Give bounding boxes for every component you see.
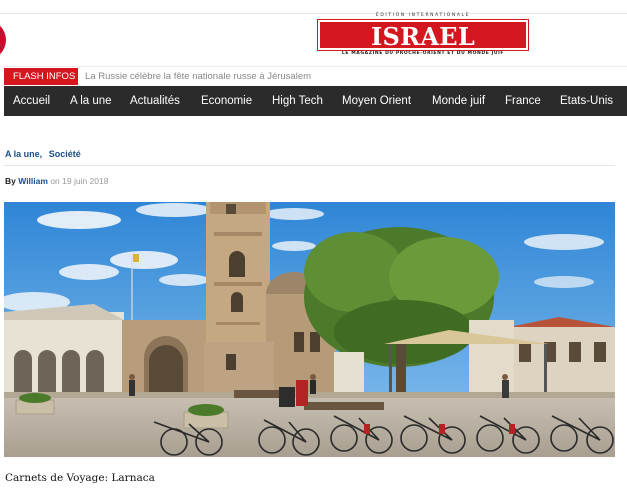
nav-item-france[interactable]: France xyxy=(505,86,541,116)
nav-item-economie[interactable]: Economie xyxy=(201,86,252,116)
category-divider xyxy=(4,165,615,166)
nav-item-accueil[interactable]: Accueil xyxy=(13,86,50,116)
nav-item-high-tech[interactable]: High Tech xyxy=(272,86,323,116)
logo-subtitle: LE MAGAZINE DU PROCHE-ORIENT ET DU MONDE… xyxy=(341,51,505,56)
nav-item-etats-unis[interactable]: Etats-Unis xyxy=(560,86,613,116)
article-byline: By William on 19 juin 2018 xyxy=(5,176,108,186)
nav-item-actualites[interactable]: Actualités xyxy=(130,86,180,116)
flash-headline-link[interactable]: La Russie célèbre la fête nationale russ… xyxy=(85,68,311,85)
byline-by: By xyxy=(5,176,16,186)
category-link-a-la-une[interactable]: A la une, xyxy=(5,149,42,159)
flash-label: FLASH INFOS xyxy=(4,68,78,85)
top-divider xyxy=(0,13,627,14)
partial-logo-circle xyxy=(0,20,6,60)
article-date: on 19 juin 2018 xyxy=(50,176,109,186)
logo-edition-text: ÉDITION INTERNATIONALE xyxy=(375,13,471,18)
nav-item-moyen-orient[interactable]: Moyen Orient xyxy=(342,86,411,116)
hero-photo-church-square xyxy=(4,202,615,457)
site-logo[interactable]: ÉDITION INTERNATIONALE ISRAEL MAGAZINE L… xyxy=(317,12,529,81)
author-link[interactable]: William xyxy=(18,176,48,186)
flash-news-bar: FLASH INFOS La Russie célèbre la fête na… xyxy=(4,66,627,85)
article-caption: Carnets de Voyage: Larnaca xyxy=(5,472,155,484)
category-link-societe[interactable]: Société xyxy=(49,149,81,159)
article-hero-image[interactable] xyxy=(4,202,615,457)
article-categories: A la une, Société xyxy=(5,149,81,159)
main-navigation: Accueil A la une Actualités Economie Hig… xyxy=(4,86,627,116)
logo-title: ISRAEL MAGAZINE xyxy=(317,19,529,81)
nav-item-monde-juif[interactable]: Monde juif xyxy=(432,86,485,116)
nav-item-a-la-une[interactable]: A la une xyxy=(70,86,112,116)
